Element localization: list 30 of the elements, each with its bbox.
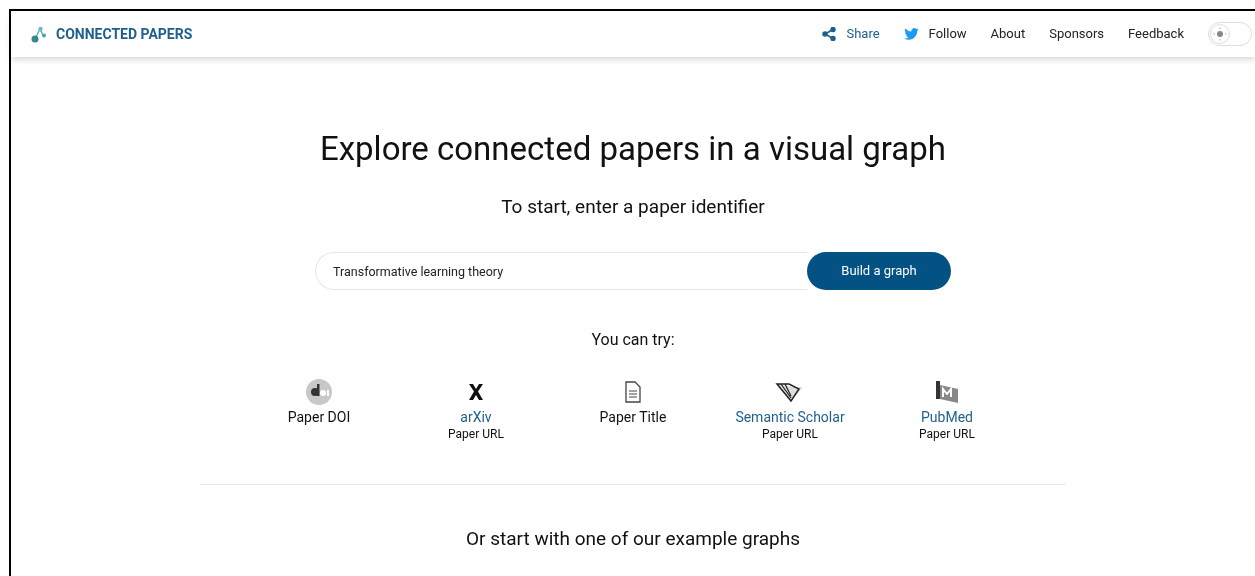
x-icon (467, 382, 485, 402)
build-graph-button[interactable]: Build a graph (807, 252, 951, 290)
share-icon (822, 27, 837, 41)
bird-icon (903, 28, 919, 40)
identifier-label[interactable]: Semantic Scholar (735, 408, 845, 426)
examples-heading: Or start with one of our example graphs (466, 526, 800, 552)
nav-link[interactable]: Share (822, 24, 880, 44)
page-fan-icon (775, 381, 805, 403)
identifier-label[interactable]: PubMed (921, 408, 973, 426)
identifier-label[interactable]: arXiv (460, 408, 492, 426)
try-heading: You can try: (591, 329, 675, 351)
search-field[interactable]: Transformative learning theory (315, 252, 807, 290)
hero-subtitle: To start, enter a paper identifier (501, 195, 765, 219)
logo-icon (31, 25, 48, 43)
nav-link[interactable]: Feedback (1128, 24, 1184, 44)
nav-link[interactable]: Sponsors (1049, 24, 1105, 44)
hero-title: Explore connected papers in a visual graph (319, 129, 947, 169)
doi-icon (305, 378, 333, 406)
theme-toggle[interactable] (1208, 22, 1252, 46)
identifier-label: Paper DOI (287, 408, 351, 426)
sun-icon (1210, 24, 1230, 44)
identifier-sublabel: Paper URL (762, 426, 818, 442)
document-icon (624, 381, 642, 403)
book-m-icon (934, 379, 960, 405)
identifier-sublabel: Paper URL (919, 426, 975, 442)
nav-link[interactable]: About (990, 24, 1026, 44)
identifier-label: Paper Title (599, 408, 667, 426)
logo-text[interactable]: CONNECTED PAPERS (56, 23, 193, 45)
identifier-sublabel: Paper URL (448, 426, 504, 442)
nav-link[interactable]: Follow (903, 24, 967, 44)
